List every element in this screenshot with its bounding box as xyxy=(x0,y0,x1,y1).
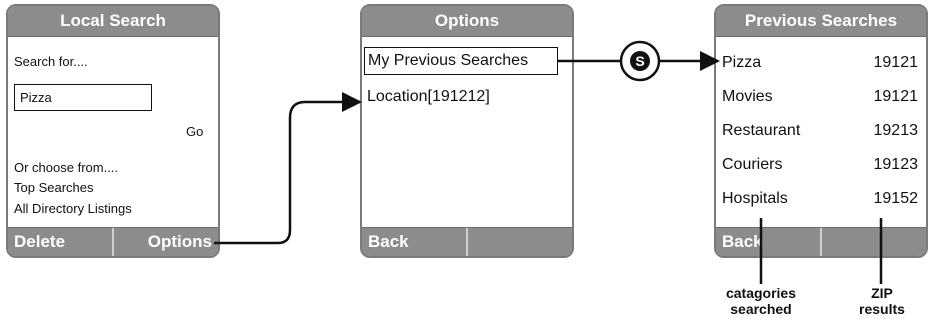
zip-annotation: ZIP results xyxy=(846,285,918,317)
annotation-line: ZIP xyxy=(871,285,893,301)
connector-symbol-letter: S xyxy=(635,53,644,69)
options-to-menu-arrow xyxy=(214,92,362,245)
annotation-line: searched xyxy=(730,301,792,317)
annotation-line: results xyxy=(859,301,905,317)
connector-lines: S xyxy=(214,40,883,284)
categories-annotation: catagories searched xyxy=(702,285,820,317)
annotation-line: catagories xyxy=(725,285,797,301)
